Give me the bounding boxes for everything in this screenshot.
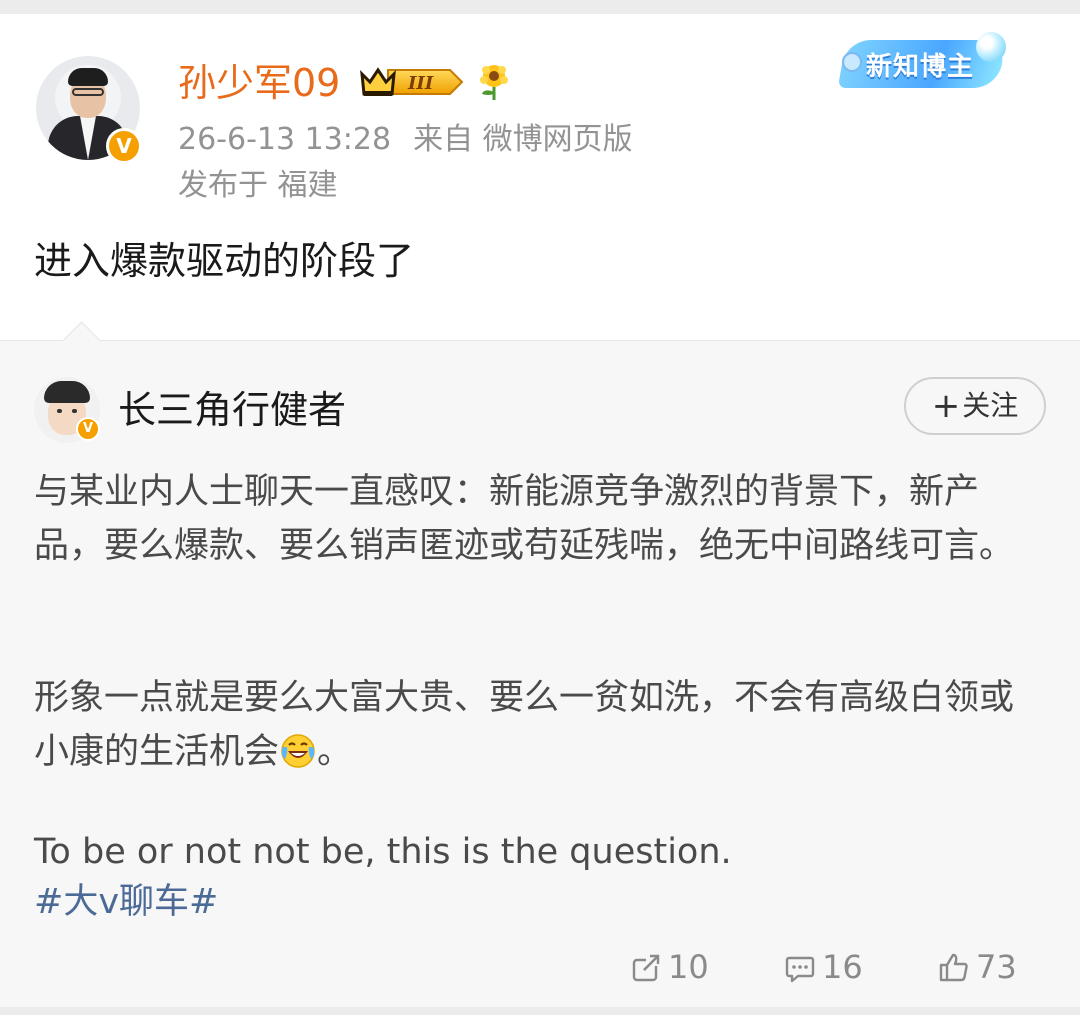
author-name[interactable]: 孙少军09 bbox=[178, 58, 340, 108]
repost-paragraph-2: 形象一点就是要么大富大贵、要么一贫如洗，不会有高级白领或小康的生活机会 。 bbox=[34, 671, 1044, 779]
svg-text:III: III bbox=[407, 73, 434, 94]
crown-badge-icon[interactable]: III bbox=[358, 64, 464, 100]
like-count: 73 bbox=[976, 948, 1017, 986]
post-time: 26-6-13 13:28 bbox=[178, 122, 392, 157]
follow-button[interactable]: +关注 bbox=[904, 377, 1046, 435]
verified-badge-icon: V bbox=[106, 128, 142, 164]
laugh-cry-emoji-icon bbox=[281, 734, 315, 768]
like-icon bbox=[939, 953, 968, 982]
orb-icon bbox=[976, 32, 1006, 62]
star-icon bbox=[842, 52, 862, 72]
repost-paragraph-2-text: 形象一点就是要么大富大贵、要么一贫如洗，不会有高级白领或小康的生活机会 bbox=[34, 678, 1015, 772]
comment-icon bbox=[785, 956, 815, 983]
post-source: 来自 微博网页版 bbox=[413, 122, 633, 157]
weibo-page: V 孙少军09 III 26-6-13 13:28 来自 微博网页版 发布于 福… bbox=[0, 0, 1080, 1015]
repost-author-name[interactable]: 长三角行健者 bbox=[118, 385, 346, 435]
blogger-tag-label: 新知博主 bbox=[866, 52, 975, 82]
comment-action[interactable]: 16 bbox=[784, 945, 863, 989]
weibo-post-card: V 孙少军09 III 26-6-13 13:28 来自 微博网页版 发布于 福… bbox=[0, 14, 1080, 1007]
repost-paragraph-3: To be or not not be, this is the questio… bbox=[34, 832, 732, 872]
follow-label: 关注 bbox=[962, 389, 1019, 422]
plus-icon: + bbox=[931, 386, 961, 426]
like-action[interactable]: 73 bbox=[938, 945, 1017, 989]
blogger-tag-badge[interactable]: 新知博主 bbox=[837, 28, 1010, 98]
post-text: 进入爆款驱动的阶段了 bbox=[34, 239, 415, 283]
sunflower-icon bbox=[480, 65, 508, 100]
repost-count: 10 bbox=[668, 948, 709, 986]
repost-paragraph-1: 与某业内人士聊天一直感叹：新能源竞争激烈的背景下，新产品，要么爆款、要么销声匿迹… bbox=[34, 472, 1015, 566]
post-meta: 26-6-13 13:28 来自 微博网页版 bbox=[178, 120, 633, 160]
repost-paragraph-2-end: 。 bbox=[317, 732, 353, 772]
comment-count: 16 bbox=[822, 948, 863, 986]
reposted-weibo[interactable]: V 长三角行健者 +关注 与某业内人士聊天一直感叹：新能源竞争激烈的背景下，新产… bbox=[0, 321, 1080, 1007]
repost-notch bbox=[62, 321, 101, 360]
repost-verified-badge-icon: V bbox=[76, 417, 100, 441]
repost-icon bbox=[632, 954, 660, 982]
post-location: 发布于 福建 bbox=[178, 168, 338, 203]
hashtag-link[interactable]: #大v聊车# bbox=[34, 875, 218, 929]
repost-action[interactable]: 10 bbox=[630, 945, 709, 989]
